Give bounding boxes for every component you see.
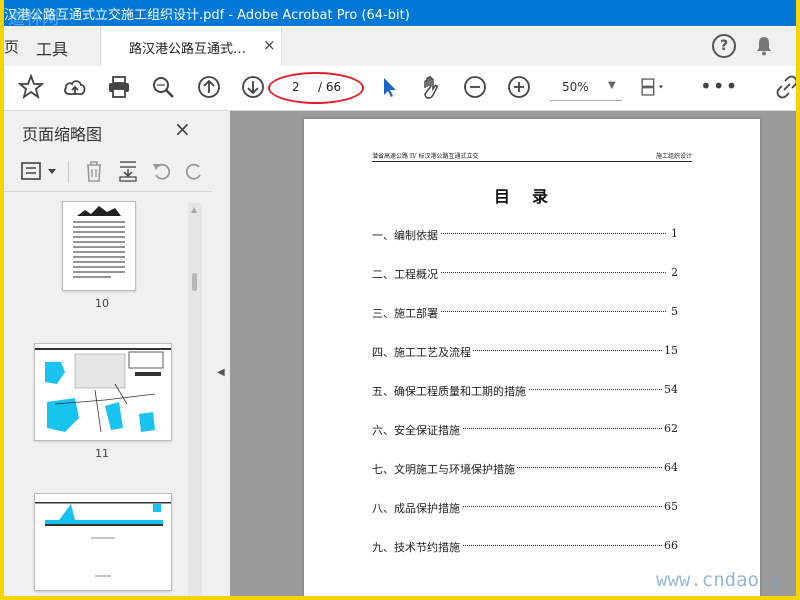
- thumbnail-page-12[interactable]: [34, 493, 172, 591]
- tab-document[interactable]: 路汉港公路互通式… ×: [100, 26, 282, 67]
- window-title: 汉港公路互通式立交施工组织设计.pdf - Adobe Acrobat Pro …: [4, 8, 410, 23]
- thumbnail-page-11[interactable]: [34, 343, 172, 441]
- toolbar-divider: [68, 161, 69, 183]
- tab-bar: 页 工具 路汉港公路互通式… × ?: [4, 26, 796, 67]
- zoom-out-icon[interactable]: [462, 74, 488, 100]
- panel-collapse-handle[interactable]: ◀: [212, 111, 231, 596]
- tab-document-label: 路汉港公路互通式…: [129, 42, 247, 57]
- toc-title: 目录: [493, 187, 570, 206]
- toc-entry-page: 5: [669, 305, 678, 318]
- red-annotation-oval: [268, 72, 364, 104]
- watermark-url: www.cndao.c: [656, 569, 782, 591]
- toc-entry-page: 66: [662, 539, 678, 552]
- toc-entry-page: 65: [662, 500, 678, 513]
- help-icon[interactable]: ?: [712, 34, 736, 58]
- extract-page-icon[interactable]: [116, 159, 140, 183]
- link-icon[interactable]: [774, 74, 796, 100]
- hand-tool-icon[interactable]: [418, 74, 444, 100]
- close-panel-icon[interactable]: ×: [174, 117, 191, 141]
- chevron-left-icon: ◀: [217, 367, 225, 378]
- thumbnail-list[interactable]: 10 11: [4, 201, 212, 596]
- scrollbar-thumb[interactable]: [192, 273, 197, 291]
- zoom-level-value: 50%: [562, 80, 589, 94]
- delete-page-icon[interactable]: [82, 159, 106, 183]
- upload-cloud-icon[interactable]: [62, 74, 88, 100]
- toolbar: 2 / 66 50% ▼ •••: [4, 66, 796, 111]
- tab-tools[interactable]: 工具: [36, 36, 68, 60]
- toc-entry[interactable]: 五、确保工程质量和工期的措施 54: [372, 383, 678, 399]
- print-icon[interactable]: [106, 74, 132, 100]
- bell-icon[interactable]: [752, 34, 776, 58]
- toc-entry[interactable]: 八、成品保护措施 65: [372, 500, 678, 516]
- page-header: 潜省高速公路 IV 标汉港公路互通式立交 施工组织设计: [372, 151, 692, 162]
- document-viewport[interactable]: 潜省高速公路 IV 标汉港公路互通式立交 施工组织设计 目录 一、编制依据 1 …: [230, 111, 796, 596]
- header-left: 潜省高速公路 IV 标汉港公路互通式立交: [372, 153, 479, 160]
- previous-page-icon[interactable]: [196, 74, 222, 100]
- toc-entry-page: 1: [669, 227, 678, 240]
- thumbnail-scrollbar[interactable]: ▲: [188, 203, 202, 596]
- toc-entry-title: 八、成品保护措施: [372, 500, 462, 516]
- title-bar: 汉港公路互通式立交施工组织设计.pdf - Adobe Acrobat Pro …: [4, 0, 796, 29]
- toc-entry[interactable]: 九、技术节约措施 66: [372, 539, 678, 555]
- document-page: 潜省高速公路 IV 标汉港公路互通式立交 施工组织设计 目录 一、编制依据 1 …: [304, 119, 760, 596]
- header-right: 施工组织设计: [655, 153, 692, 160]
- toc-entry-page: 2: [669, 266, 678, 279]
- thumbnail-label: 10: [95, 297, 109, 310]
- panel-title: 页面缩略图: [22, 125, 103, 144]
- toc-entry-title: 一、编制依据: [372, 227, 440, 243]
- toc-entry-title: 二、工程概况: [372, 266, 440, 282]
- toc-entry-page: 15: [662, 344, 678, 357]
- toc-entry[interactable]: 三、施工部署 5: [372, 305, 678, 321]
- toc-entry-title: 三、施工部署: [372, 305, 440, 321]
- toc-entry[interactable]: 一、编制依据 1: [372, 227, 678, 243]
- thumbnail-toolbar: [4, 151, 212, 192]
- star-icon[interactable]: [18, 74, 44, 100]
- thumbnail-options-icon[interactable]: [20, 161, 60, 183]
- toc-entry[interactable]: 四、施工工艺及流程 15: [372, 344, 678, 360]
- chevron-down-icon: ▼: [608, 80, 616, 91]
- thumbnail-page-10[interactable]: [62, 201, 136, 291]
- toc-entry[interactable]: 二、工程概况 2: [372, 266, 678, 282]
- toc-entry-title: 九、技术节约措施: [372, 539, 462, 555]
- tab-home-fragment[interactable]: 页: [4, 36, 19, 57]
- next-page-icon[interactable]: [240, 74, 266, 100]
- toc-entry[interactable]: 七、文明施工与环境保护措施 64: [372, 461, 678, 477]
- toc-entry-title: 六、安全保证措施: [372, 422, 462, 438]
- app-window: 汉港公路互通式立交施工组织设计.pdf - Adobe Acrobat Pro …: [4, 0, 796, 596]
- rotate-right-icon[interactable]: [182, 159, 206, 183]
- page-display-icon[interactable]: [640, 74, 666, 100]
- more-tools-icon[interactable]: •••: [700, 74, 738, 98]
- rotate-left-icon[interactable]: [150, 159, 174, 183]
- zoom-in-icon[interactable]: [506, 74, 532, 100]
- tab-close-icon[interactable]: ×: [263, 36, 276, 54]
- scroll-up-icon[interactable]: ▲: [191, 205, 197, 214]
- thumbnail-label: 11: [95, 447, 109, 460]
- toc-entry-page: 64: [662, 461, 678, 474]
- toc-entry-page: 62: [662, 422, 678, 435]
- zoom-level-select[interactable]: 50% ▼: [550, 76, 622, 101]
- select-cursor-icon[interactable]: [376, 74, 402, 100]
- toc-entry-title: 五、确保工程质量和工期的措施: [372, 383, 528, 399]
- toc-entry-page: 54: [662, 383, 678, 396]
- toc-entry-title: 四、施工工艺及流程: [372, 344, 473, 360]
- zoom-search-icon[interactable]: [150, 74, 176, 100]
- page-thumbnails-panel: 页面缩略图 × 10 11 ▲: [4, 111, 213, 596]
- toc-entry-title: 七、文明施工与环境保护措施: [372, 461, 517, 477]
- toc-entry[interactable]: 六、安全保证措施 62: [372, 422, 678, 438]
